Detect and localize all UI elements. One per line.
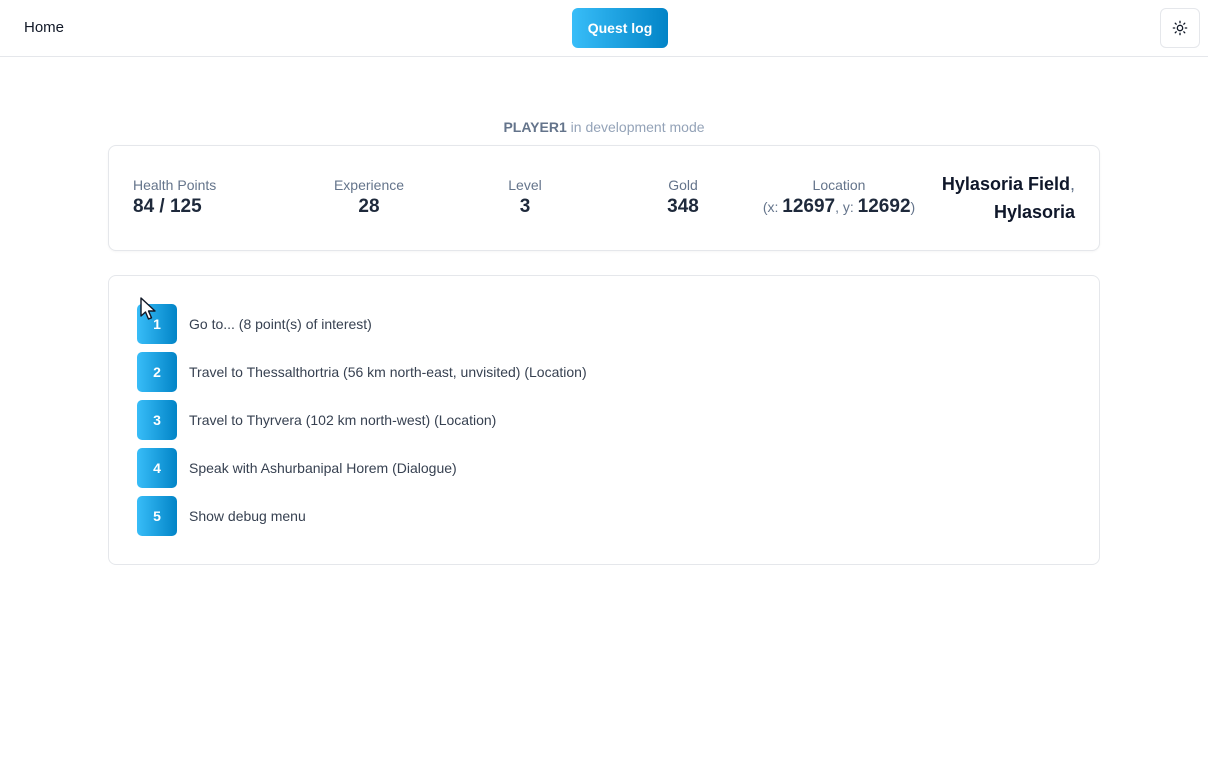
health-value: 84 / 125 (133, 196, 202, 217)
action-number-button[interactable]: 3 (137, 400, 177, 440)
action-label: Speak with Ashurbanipal Horem (Dialogue) (189, 460, 457, 476)
action-number-button[interactable]: 5 (137, 496, 177, 536)
x-coordinate: 12697 (782, 196, 836, 217)
location-label: Location (812, 177, 866, 193)
location-stat: Location (x: 12697, y: 12692) (749, 176, 929, 220)
experience-label: Experience (333, 177, 405, 193)
action-label: Travel to Thessalthortria (56 km north-e… (189, 364, 587, 380)
gold-label: Gold (668, 177, 698, 193)
y-coordinate: 12692 (857, 196, 911, 217)
theme-toggle-button[interactable] (1160, 8, 1200, 48)
experience-stat: Experience 28 (319, 176, 419, 220)
gold-value: 348 (667, 196, 699, 217)
sun-icon (1172, 20, 1188, 36)
y-prefix: , y: (835, 199, 858, 215)
player-name: PLAYER1 (503, 119, 567, 135)
action-item[interactable]: 2 Travel to Thessalthortria (56 km north… (137, 352, 587, 392)
actions-card: 1 Go to... (8 point(s) of interest) 2 Tr… (108, 275, 1100, 565)
action-item[interactable]: 5 Show debug menu (137, 496, 306, 536)
level-value: 3 (519, 196, 531, 217)
quest-log-button[interactable]: Quest log (572, 8, 668, 48)
gold-stat: Gold 348 (633, 176, 733, 220)
coord-suffix: ) (910, 199, 916, 215)
mouse-cursor-icon (140, 297, 156, 320)
action-label: Go to... (8 point(s) of interest) (189, 316, 372, 332)
place-name: Hylasoria Field (941, 174, 1070, 194)
action-number-button[interactable]: 4 (137, 448, 177, 488)
location-coordinates: (x: 12697, y: 12692) (749, 194, 929, 220)
player-status-line: PLAYER1 in development mode (0, 119, 1208, 135)
level-label: Level (508, 177, 542, 193)
player-stats-card: Health Points 84 / 125 Experience 28 Lev… (108, 145, 1100, 251)
level-stat: Level 3 (475, 176, 575, 220)
region-name: Hylasoria (993, 202, 1075, 222)
action-number-button[interactable]: 2 (137, 352, 177, 392)
mode-text: in development mode (570, 119, 705, 135)
action-item[interactable]: 3 Travel to Thyrvera (102 km north-west)… (137, 400, 496, 440)
current-place: Hylasoria Field, Hylasoria (942, 170, 1075, 226)
health-stat: Health Points 84 / 125 (133, 176, 216, 220)
action-item[interactable]: 4 Speak with Ashurbanipal Horem (Dialogu… (137, 448, 457, 488)
home-link[interactable]: Home (24, 19, 64, 36)
action-item[interactable]: 1 Go to... (8 point(s) of interest) (137, 304, 372, 344)
action-label: Travel to Thyrvera (102 km north-west) (… (189, 412, 497, 428)
health-label: Health Points (133, 177, 217, 193)
place-separator: , (1069, 174, 1075, 194)
x-prefix: (x: (762, 199, 783, 215)
top-navigation-bar: Home Quest log (0, 0, 1208, 57)
action-label: Show debug menu (189, 508, 306, 524)
experience-value: 28 (358, 196, 380, 217)
